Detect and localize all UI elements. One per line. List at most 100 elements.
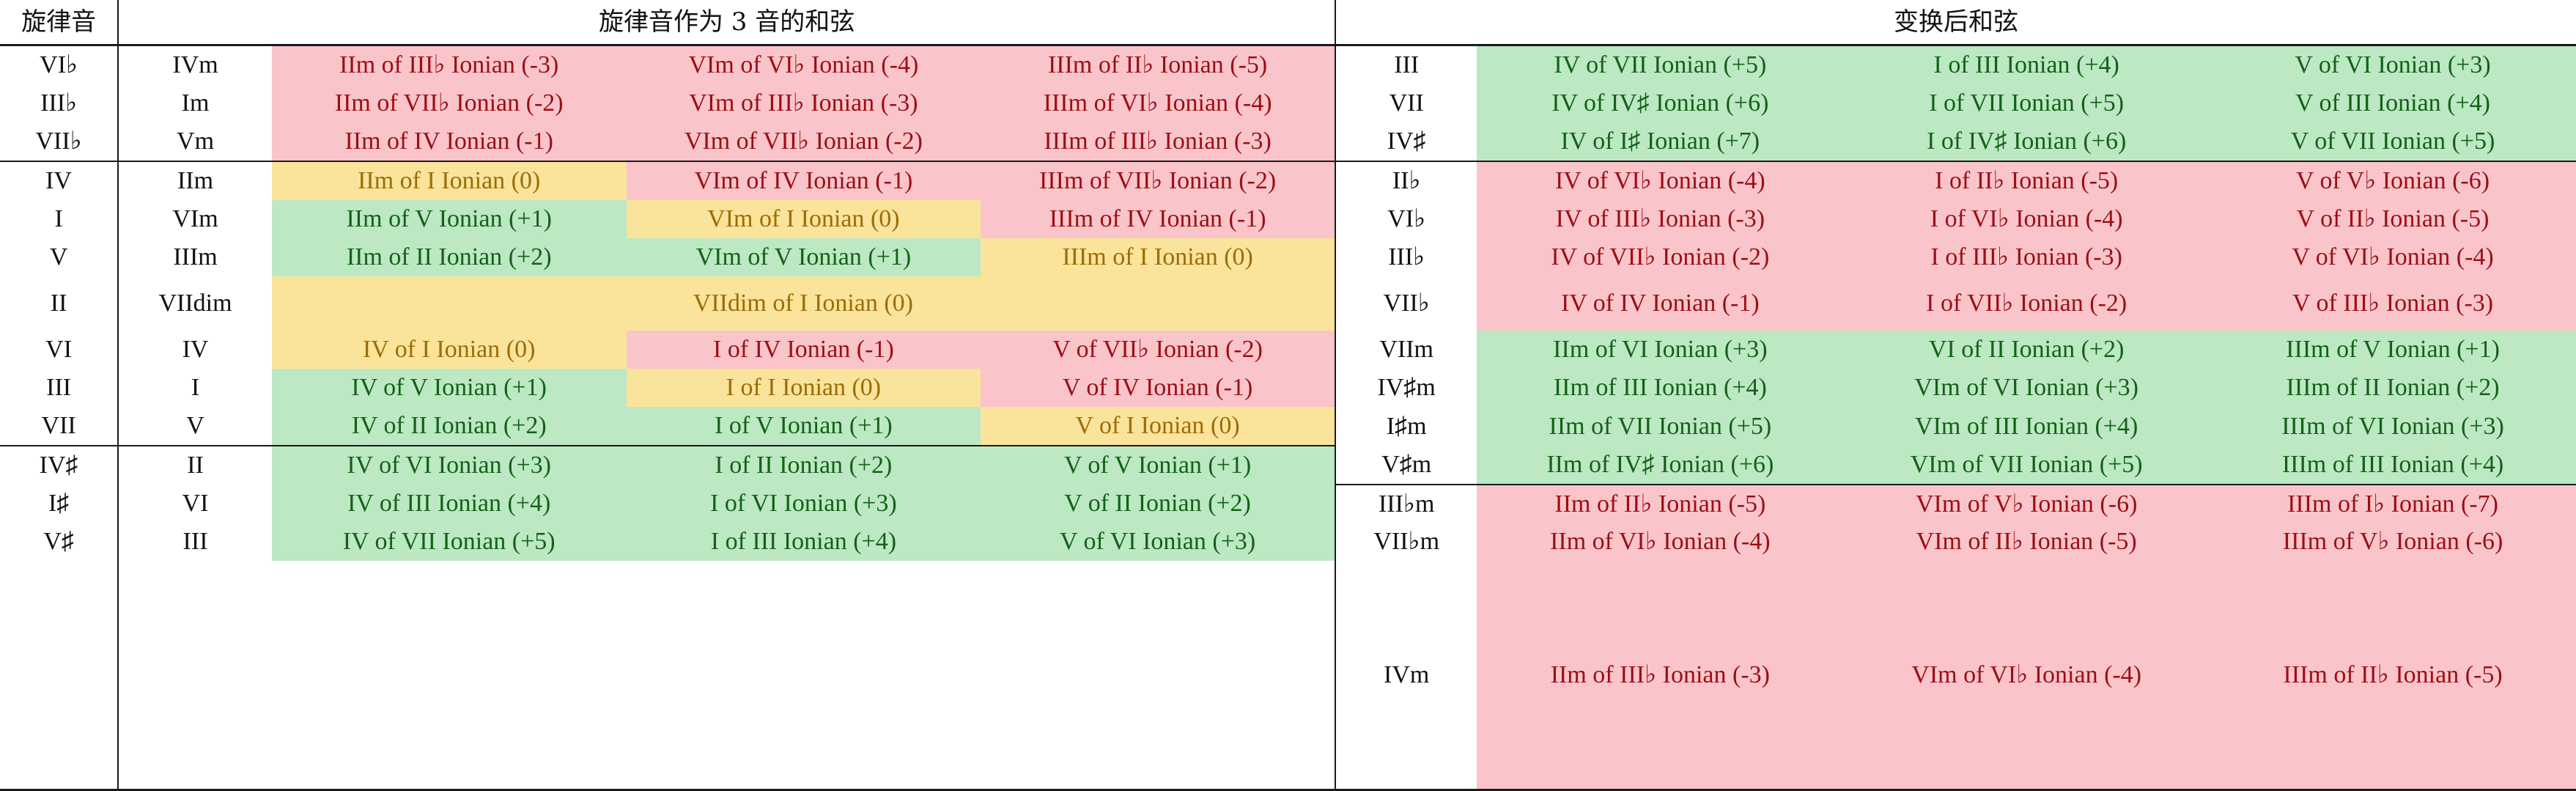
chord-degree-cell: III xyxy=(118,523,272,561)
substitution-cell: IV of II Ionian (+2) xyxy=(271,407,627,446)
table-row: IVm IIm of III♭ Ionian (-3) VIm of VI♭ Ion… xyxy=(0,561,2576,791)
transformed-chord-cell: IIIm of III Ionian (+4) xyxy=(2210,446,2576,485)
transformed-melody-cell: V♯m xyxy=(1335,446,1477,485)
transformed-chord-cell: IV of III♭ Ionian (-3) xyxy=(1477,200,1844,238)
transformed-chord-cell: I of II♭ Ionian (-5) xyxy=(1843,161,2210,200)
transformed-chord-cell: VI of II Ionian (+2) xyxy=(1843,331,2210,369)
table-row: I♯ VI IV of III Ionian (+4) I of VI Ionian … xyxy=(0,484,2576,523)
transformed-chord-cell: IIm of III♭ Ionian (-3) xyxy=(1477,561,1844,791)
empty-cell xyxy=(271,561,1336,791)
melody-note-cell: VII♭ xyxy=(0,122,119,161)
header-row: 旋律音 旋律音作为 3 音的和弦 变换后和弦 xyxy=(0,0,2576,46)
empty-cell xyxy=(0,561,119,791)
transformed-chord-cell: IIm of IV♯ Ionian (+6) xyxy=(1477,446,1844,485)
transformed-melody-cell: IVm xyxy=(1335,561,1477,791)
melody-note-cell: VI♭ xyxy=(0,44,119,84)
transformed-chord-cell: V of VI♭ Ionian (-4) xyxy=(2210,238,2576,276)
transformed-chord-cell: IIIm of I♭ Ionian (-7) xyxy=(2210,484,2576,523)
table-row: III I IV of V Ionian (+1) I of I Ionian (0)… xyxy=(0,369,2576,407)
substitution-cell: IIm of IV Ionian (-1) xyxy=(271,122,627,161)
substitution-cell: IIIm of II♭ Ionian (-5) xyxy=(981,44,1336,84)
transformed-chord-cell: IIIm of II♭ Ionian (-5) xyxy=(2210,561,2576,791)
transformed-chord-cell: I of VII Ionian (+5) xyxy=(1843,84,2210,122)
chord-degree-cell: I xyxy=(118,369,272,407)
substitution-cell: V of IV Ionian (-1) xyxy=(981,369,1336,407)
table-row: V♯ III IV of VII Ionian (+5) I of III Ionia… xyxy=(0,523,2576,561)
table-row: III♭ Im IIm of VII♭ Ionian (-2) VIm of III♭… xyxy=(0,84,2576,122)
transformed-melody-cell: VII xyxy=(1335,84,1477,122)
chord-degree-cell: VIm xyxy=(118,200,272,238)
substitution-cell: IIm of I Ionian (0) xyxy=(271,161,627,200)
table-body: 旋律音 旋律音作为 3 音的和弦 变换后和弦 VI♭ IVm IIm of III♭ Io… xyxy=(0,0,2576,791)
melody-note-cell: I xyxy=(0,200,119,238)
transformed-melody-cell: III♭ xyxy=(1335,238,1477,276)
transformed-chord-cell: VIm of VII Ionian (+5) xyxy=(1843,446,2210,485)
substitution-cell: I of I Ionian (0) xyxy=(626,369,981,407)
substitution-cell: I of V Ionian (+1) xyxy=(626,407,981,446)
melody-note-cell: III xyxy=(0,369,119,407)
transformed-chord-cell: I of III♭ Ionian (-3) xyxy=(1843,238,2210,276)
substitution-cell: V of VI Ionian (+3) xyxy=(981,523,1336,561)
chord-degree-cell: VI xyxy=(118,485,272,523)
substitution-cell: V of II Ionian (+2) xyxy=(981,485,1336,523)
transformed-melody-cell: IV♯ xyxy=(1335,122,1477,161)
substitution-cell: IV of III Ionian (+4) xyxy=(271,485,627,523)
chord-substitution-table: 旋律音 旋律音作为 3 音的和弦 变换后和弦 VI♭ IVm IIm of III♭ Io… xyxy=(0,0,2576,791)
substitution-cell: VIm of VII♭ Ionian (-2) xyxy=(626,122,981,161)
empty-cell xyxy=(118,561,272,791)
substitution-cell: VIm of I Ionian (0) xyxy=(626,200,981,238)
substitution-cell: V of I Ionian (0) xyxy=(981,407,1336,446)
chord-degree-cell: Im xyxy=(118,84,272,122)
transformed-melody-cell: I♯m xyxy=(1335,407,1477,446)
transformed-melody-cell: VII♭m xyxy=(1335,523,1477,561)
substitution-cell: IIIm of IV Ionian (-1) xyxy=(981,200,1336,238)
substitution-cell: IV of VII Ionian (+5) xyxy=(271,523,627,561)
melody-note-cell: V♯ xyxy=(0,523,119,561)
transformed-chord-cell: V of VII Ionian (+5) xyxy=(2210,122,2576,161)
substitution-cell: VIIdim of I Ionian (0) xyxy=(271,276,1336,331)
transformed-chord-cell: IIm of VII Ionian (+5) xyxy=(1477,407,1844,446)
table-row: IV IIm IIm of I Ionian (0) VIm of IV Ionian… xyxy=(0,161,2576,200)
table-row: IV♯ II IV of VI Ionian (+3) I of II Ionian … xyxy=(0,445,2576,485)
substitution-cell: VIm of IV Ionian (-1) xyxy=(626,161,981,200)
transformed-chord-cell: I of VI♭ Ionian (-4) xyxy=(1843,200,2210,238)
header-left-group-label: 旋律音作为 3 音的和弦 xyxy=(118,0,1336,46)
substitution-cell: I of II Ionian (+2) xyxy=(626,445,981,485)
chord-substitution-table-sheet: 旋律音 旋律音作为 3 音的和弦 变换后和弦 VI♭ IVm IIm of III♭ Io… xyxy=(0,0,2576,791)
transformed-chord-cell: IIIm of VI Ionian (+3) xyxy=(2210,407,2576,446)
substitution-cell: IIm of III♭ Ionian (-3) xyxy=(271,44,627,84)
transformed-chord-cell: V of II♭ Ionian (-5) xyxy=(2210,200,2576,238)
transformed-chord-cell: IIm of II♭ Ionian (-5) xyxy=(1477,484,1844,523)
chord-degree-cell: VIIdim xyxy=(118,276,272,331)
substitution-cell: IIm of II Ionian (+2) xyxy=(271,238,627,276)
transformed-chord-cell: V of VI Ionian (+3) xyxy=(2210,44,2576,84)
substitution-cell: I of III Ionian (+4) xyxy=(626,523,981,561)
chord-degree-cell: IVm xyxy=(118,44,272,84)
transformed-chord-cell: VIm of VI♭ Ionian (-4) xyxy=(1843,561,2210,791)
transformed-melody-cell: VII♭ xyxy=(1335,276,1477,331)
chord-degree-cell: II xyxy=(118,445,272,485)
substitution-cell: IIIm of III♭ Ionian (-3) xyxy=(981,122,1336,161)
transformed-chord-cell: V of III♭ Ionian (-3) xyxy=(2210,276,2576,331)
transformed-chord-cell: VIm of II♭ Ionian (-5) xyxy=(1843,523,2210,561)
substitution-cell: VIm of VI♭ Ionian (-4) xyxy=(626,44,981,84)
substitution-cell: IIm of VII♭ Ionian (-2) xyxy=(271,84,627,122)
transformed-chord-cell: V of III Ionian (+4) xyxy=(2210,84,2576,122)
transformed-chord-cell: V of V♭ Ionian (-6) xyxy=(2210,161,2576,200)
transformed-melody-cell: IV♯m xyxy=(1335,369,1477,407)
transformed-chord-cell: IV of IV Ionian (-1) xyxy=(1477,276,1844,331)
transformed-melody-cell: VI♭ xyxy=(1335,200,1477,238)
header-melody-label: 旋律音 xyxy=(0,0,119,46)
transformed-chord-cell: IIm of VI♭ Ionian (-4) xyxy=(1477,523,1844,561)
melody-note-cell: II xyxy=(0,276,119,331)
transformed-chord-cell: IV of IV♯ Ionian (+6) xyxy=(1477,84,1844,122)
transformed-chord-cell: IV of VII♭ Ionian (-2) xyxy=(1477,238,1844,276)
header-right-group-label: 变换后和弦 xyxy=(1335,0,2576,46)
chord-degree-cell: IV xyxy=(118,331,272,369)
transformed-chord-cell: I of III Ionian (+4) xyxy=(1843,44,2210,84)
transformed-chord-cell: IIIm of II Ionian (+2) xyxy=(2210,369,2576,407)
melody-note-cell: III♭ xyxy=(0,84,119,122)
table-row: VII♭ Vm IIm of IV Ionian (-1) VIm of VII♭ I… xyxy=(0,122,2576,161)
table-row: V IIIm IIm of II Ionian (+2) VIm of V Ionia… xyxy=(0,238,2576,276)
transformed-chord-cell: VIm of V♭ Ionian (-6) xyxy=(1843,484,2210,523)
